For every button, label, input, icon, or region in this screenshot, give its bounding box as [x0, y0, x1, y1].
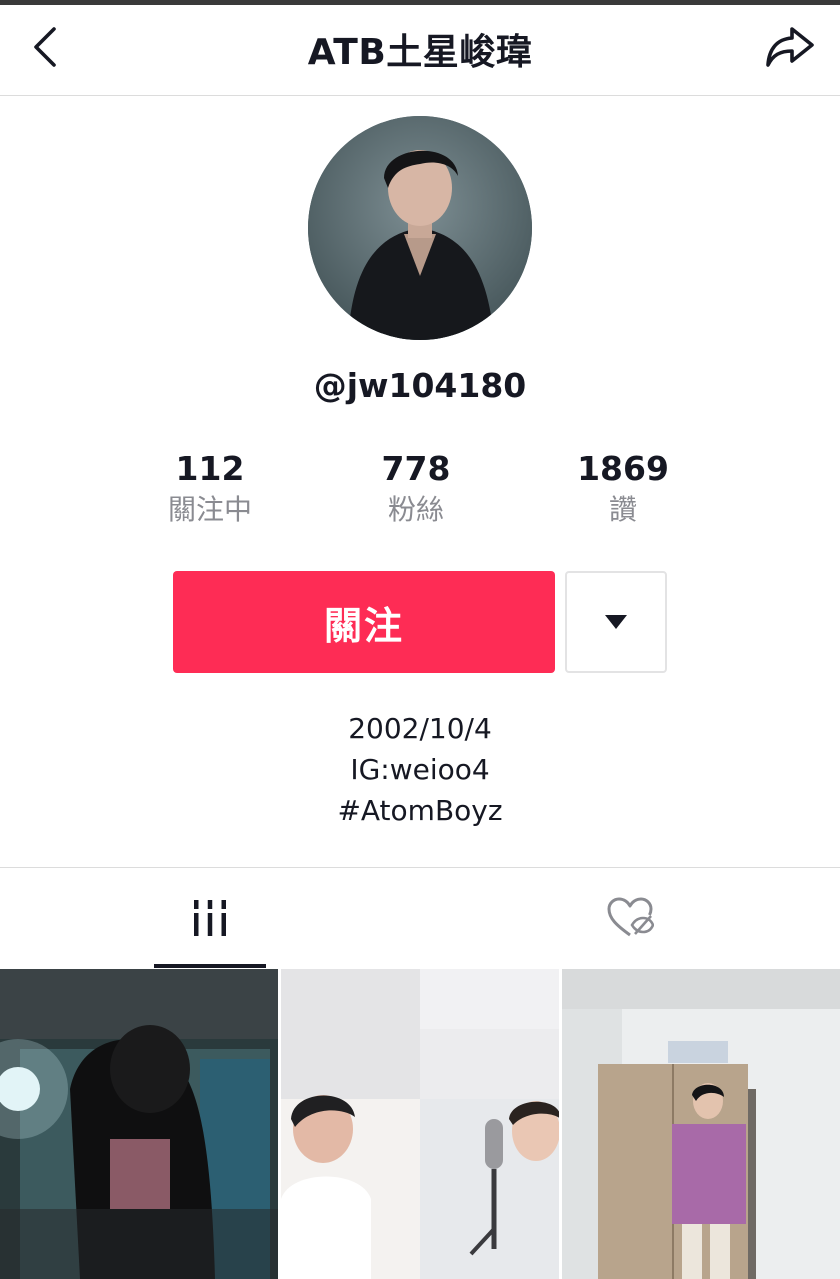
video-thumbnail[interactable]	[281, 969, 559, 1279]
chevron-left-icon	[34, 27, 56, 67]
video-grid-icon	[194, 900, 226, 936]
share-arrow-icon	[766, 27, 814, 67]
following-label: 關注中	[167, 493, 252, 526]
suggested-accounts-button[interactable]	[565, 571, 667, 673]
video-thumbnail[interactable]	[0, 969, 278, 1279]
follow-button[interactable]: 關注	[173, 571, 555, 673]
likes-count: 1869	[577, 449, 669, 488]
share-button[interactable]	[764, 25, 816, 69]
tab-videos[interactable]	[0, 868, 420, 968]
page-title: ATB土星峻瑋	[307, 32, 533, 73]
back-button[interactable]	[24, 25, 68, 69]
header-bar: ATB土星峻瑋	[0, 5, 840, 96]
video-thumbnail-image	[562, 969, 840, 1279]
followers-count: 778	[381, 449, 451, 488]
video-grid	[0, 969, 840, 1279]
caret-down-icon	[605, 615, 627, 629]
followers-label: 粉絲	[387, 493, 444, 526]
video-thumbnail-image	[0, 969, 278, 1279]
stat-following[interactable]: 112 關注中	[120, 448, 300, 530]
video-thumbnail-image	[281, 969, 559, 1279]
likes-label: 讚	[608, 493, 637, 526]
bio-line-hashtag[interactable]: #AtomBoyz	[0, 790, 840, 831]
bio: 2002/10/4 IG:weioo4 #AtomBoyz	[0, 708, 840, 831]
active-tab-indicator	[154, 964, 266, 968]
following-count: 112	[175, 449, 245, 488]
stat-followers[interactable]: 778 粉絲	[326, 448, 506, 530]
stat-likes: 1869 讚	[533, 448, 713, 530]
bio-line-birthday: 2002/10/4	[348, 712, 492, 745]
profile-tabs	[0, 868, 840, 968]
heart-hidden-icon	[607, 897, 654, 937]
video-thumbnail[interactable]	[562, 969, 840, 1279]
username: @jw104180	[313, 366, 527, 405]
tab-liked[interactable]	[420, 868, 840, 968]
profile-photo	[308, 116, 532, 340]
bio-line-instagram: IG:weioo4	[350, 753, 490, 786]
avatar[interactable]	[308, 116, 532, 340]
